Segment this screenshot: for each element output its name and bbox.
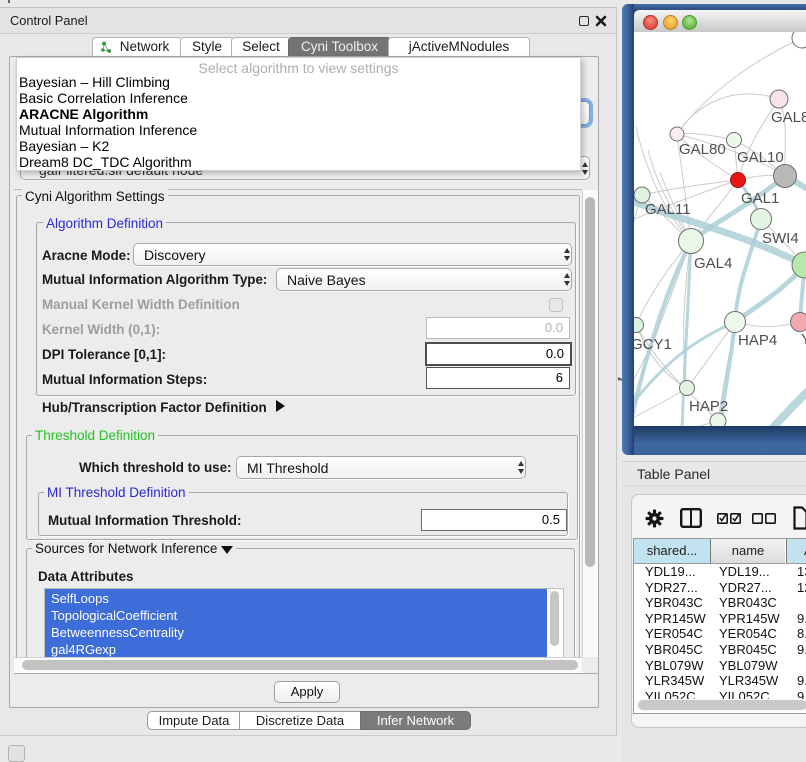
svg-text:GAL8: GAL8 bbox=[771, 109, 806, 126]
svg-text:GAL11: GAL11 bbox=[645, 201, 691, 218]
svg-text:GAL4: GAL4 bbox=[694, 255, 732, 272]
svg-text:GAL10: GAL10 bbox=[737, 149, 784, 166]
svg-text:HAP4: HAP4 bbox=[738, 332, 777, 349]
svg-text:GAL1: GAL1 bbox=[741, 190, 779, 207]
svg-text:SWI4: SWI4 bbox=[762, 230, 799, 247]
svg-text:HAP2: HAP2 bbox=[689, 398, 728, 415]
svg-text:GAL80: GAL80 bbox=[679, 141, 726, 158]
svg-text:GCY1: GCY1 bbox=[634, 336, 672, 353]
svg-text:Y: Y bbox=[801, 331, 806, 348]
